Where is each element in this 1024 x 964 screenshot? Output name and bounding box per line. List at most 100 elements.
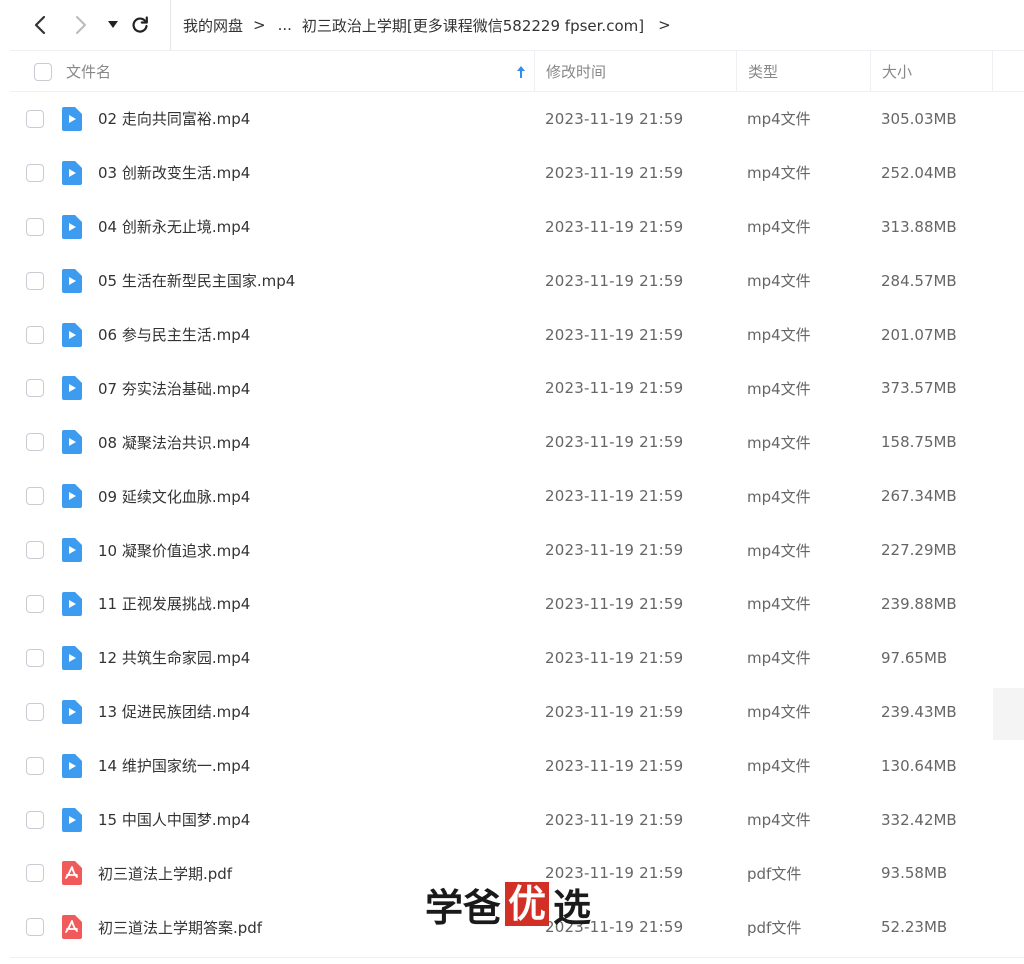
file-modified-time: 2023-11-19 21:59	[545, 594, 684, 613]
column-header-name[interactable]: 文件名	[56, 51, 111, 92]
file-modified-time: 2023-11-19 21:59	[545, 109, 684, 128]
file-name[interactable]: 10 凝聚价值追求.mp4	[98, 523, 250, 577]
breadcrumb-current[interactable]: 初三政治上学期[更多课程微信582229 fpser.com]	[302, 15, 644, 36]
select-all-cell	[24, 51, 52, 92]
sort-indicator[interactable]	[506, 51, 526, 92]
row-checkbox[interactable]	[26, 810, 44, 829]
back-button[interactable]	[27, 12, 53, 38]
file-name[interactable]: 12 共筑生命家园.mp4	[98, 631, 250, 685]
row-checkbox[interactable]	[26, 217, 44, 236]
column-label-modified: 修改时间	[546, 63, 607, 81]
table-row[interactable]: 13 促进民族团结.mp4 2023-11-19 21:59 mp4文件 239.43…	[10, 685, 1024, 739]
breadcrumb-ellipsis[interactable]: ...	[278, 16, 292, 34]
file-modified-time: 2023-11-19 21:59	[545, 756, 684, 775]
row-checkbox[interactable]	[26, 702, 44, 721]
table-row[interactable]: 12 共筑生命家园.mp4 2023-11-19 21:59 mp4文件 97.65M…	[10, 631, 1024, 685]
row-checkbox[interactable]	[26, 271, 44, 290]
file-modified-time: 2023-11-19 21:59	[545, 487, 684, 506]
table-row[interactable]: 06 参与民主生活.mp4 2023-11-19 21:59 mp4文件 201.07…	[10, 308, 1024, 362]
table-row[interactable]: 05 生活在新型民主国家.mp4 2023-11-19 21:59 mp4文件 284…	[10, 254, 1024, 308]
file-type-icon-cell	[60, 523, 82, 577]
row-select-cell	[26, 846, 44, 900]
row-checkbox[interactable]	[26, 864, 44, 883]
file-name[interactable]: 08 凝聚法治共识.mp4	[98, 415, 250, 469]
table-row[interactable]: 03 创新改变生活.mp4 2023-11-19 21:59 mp4文件 252.04…	[10, 146, 1024, 200]
row-checkbox[interactable]	[26, 379, 44, 398]
table-row[interactable]: 08 凝聚法治共识.mp4 2023-11-19 21:59 mp4文件 158.75…	[10, 415, 1024, 469]
row-checkbox[interactable]	[26, 648, 44, 667]
file-modified-time: 2023-11-19 21:59	[545, 379, 684, 398]
file-size: 305.03MB	[881, 109, 957, 128]
breadcrumb-trailing-arrow[interactable]: >	[658, 16, 671, 34]
file-name[interactable]: 04 创新永无止境.mp4	[98, 200, 250, 254]
table-row[interactable]: 09 延续文化血脉.mp4 2023-11-19 21:59 mp4文件 267.34…	[10, 469, 1024, 523]
file-size: 227.29MB	[881, 541, 957, 560]
column-header-type[interactable]: 类型	[738, 51, 778, 92]
file-type: mp4文件	[747, 703, 811, 722]
file-name[interactable]: 07 夯实法治基础.mp4	[98, 361, 250, 415]
file-name[interactable]: 09 延续文化血脉.mp4	[98, 469, 250, 523]
file-name[interactable]: 13 促进民族团结.mp4	[98, 685, 250, 739]
table-body: 02 走向共同富裕.mp4 2023-11-19 21:59 mp4文件 305.03…	[10, 92, 1024, 954]
breadcrumb-root[interactable]: 我的网盘	[183, 15, 243, 36]
table-row[interactable]: 10 凝聚价值追求.mp4 2023-11-19 21:59 mp4文件 227.29…	[10, 523, 1024, 577]
row-checkbox[interactable]	[26, 918, 44, 937]
table-row[interactable]: 04 创新永无止境.mp4 2023-11-19 21:59 mp4文件 313.88…	[10, 200, 1024, 254]
column-header-modified[interactable]: 修改时间	[536, 51, 606, 92]
file-name[interactable]: 02 走向共同富裕.mp4	[98, 92, 250, 146]
file-name[interactable]: 初三道法上学期答案.pdf	[98, 900, 262, 954]
table-row[interactable]: 11 正视发展挑战.mp4 2023-11-19 21:59 mp4文件 239.88…	[10, 577, 1024, 631]
scrollbar-thumb[interactable]	[993, 688, 1024, 740]
row-checkbox[interactable]	[26, 433, 44, 452]
file-type: mp4文件	[747, 541, 811, 560]
row-checkbox[interactable]	[26, 163, 44, 182]
video-file-icon	[60, 484, 82, 509]
column-divider[interactable]	[534, 51, 535, 92]
top-bar: 我的网盘 > ... 初三政治上学期[更多课程微信582229 fpser.co…	[0, 0, 1024, 50]
file-name[interactable]: 15 中国人中国梦.mp4	[98, 793, 250, 847]
file-type: mp4文件	[747, 433, 811, 452]
file-name[interactable]: 14 维护国家统一.mp4	[98, 739, 250, 793]
file-modified-time: 2023-11-19 21:59	[545, 810, 684, 829]
table-row[interactable]: 02 走向共同富裕.mp4 2023-11-19 21:59 mp4文件 305.03…	[10, 92, 1024, 146]
refresh-button[interactable]	[127, 12, 153, 38]
table-row[interactable]: 15 中国人中国梦.mp4 2023-11-19 21:59 mp4文件 332.42…	[10, 793, 1024, 847]
column-divider[interactable]	[992, 51, 993, 92]
video-file-icon	[60, 807, 82, 832]
row-checkbox[interactable]	[26, 487, 44, 506]
breadcrumb-separator: >	[253, 16, 266, 34]
table-row[interactable]: 07 夯实法治基础.mp4 2023-11-19 21:59 mp4文件 373.57…	[10, 361, 1024, 415]
row-select-cell	[26, 900, 44, 954]
file-name[interactable]: 初三道法上学期.pdf	[98, 846, 232, 900]
file-size: 158.75MB	[881, 433, 957, 452]
file-size: 313.88MB	[881, 217, 957, 236]
history-dropdown-button[interactable]	[100, 12, 126, 38]
file-name[interactable]: 06 参与民主生活.mp4	[98, 308, 250, 362]
file-type-icon-cell	[60, 254, 82, 308]
forward-button[interactable]	[68, 12, 94, 38]
file-modified-time: 2023-11-19 21:59	[545, 702, 684, 721]
file-type-icon-cell	[60, 631, 82, 685]
row-checkbox[interactable]	[26, 109, 44, 128]
file-name[interactable]: 05 生活在新型民主国家.mp4	[98, 254, 295, 308]
table-row[interactable]: 14 维护国家统一.mp4 2023-11-19 21:59 mp4文件 130.64…	[10, 739, 1024, 793]
row-checkbox[interactable]	[26, 325, 44, 344]
file-modified-time: 2023-11-19 21:59	[545, 271, 684, 290]
file-size: 239.43MB	[881, 702, 957, 721]
file-name[interactable]: 03 创新改变生活.mp4	[98, 146, 250, 200]
file-type-icon-cell	[60, 415, 82, 469]
column-header-size[interactable]: 大小	[872, 51, 912, 92]
row-select-cell	[26, 631, 44, 685]
column-divider[interactable]	[870, 51, 871, 92]
file-size: 93.58MB	[881, 864, 948, 883]
file-name[interactable]: 11 正视发展挑战.mp4	[98, 577, 250, 631]
column-label-type: 类型	[748, 63, 779, 81]
column-divider[interactable]	[736, 51, 737, 92]
pdf-file-icon	[60, 915, 82, 940]
select-all-checkbox[interactable]	[34, 62, 52, 81]
row-checkbox[interactable]	[26, 541, 44, 560]
row-checkbox[interactable]	[26, 756, 44, 775]
row-select-cell	[26, 200, 44, 254]
file-type: mp4文件	[747, 757, 811, 776]
row-checkbox[interactable]	[26, 594, 44, 613]
